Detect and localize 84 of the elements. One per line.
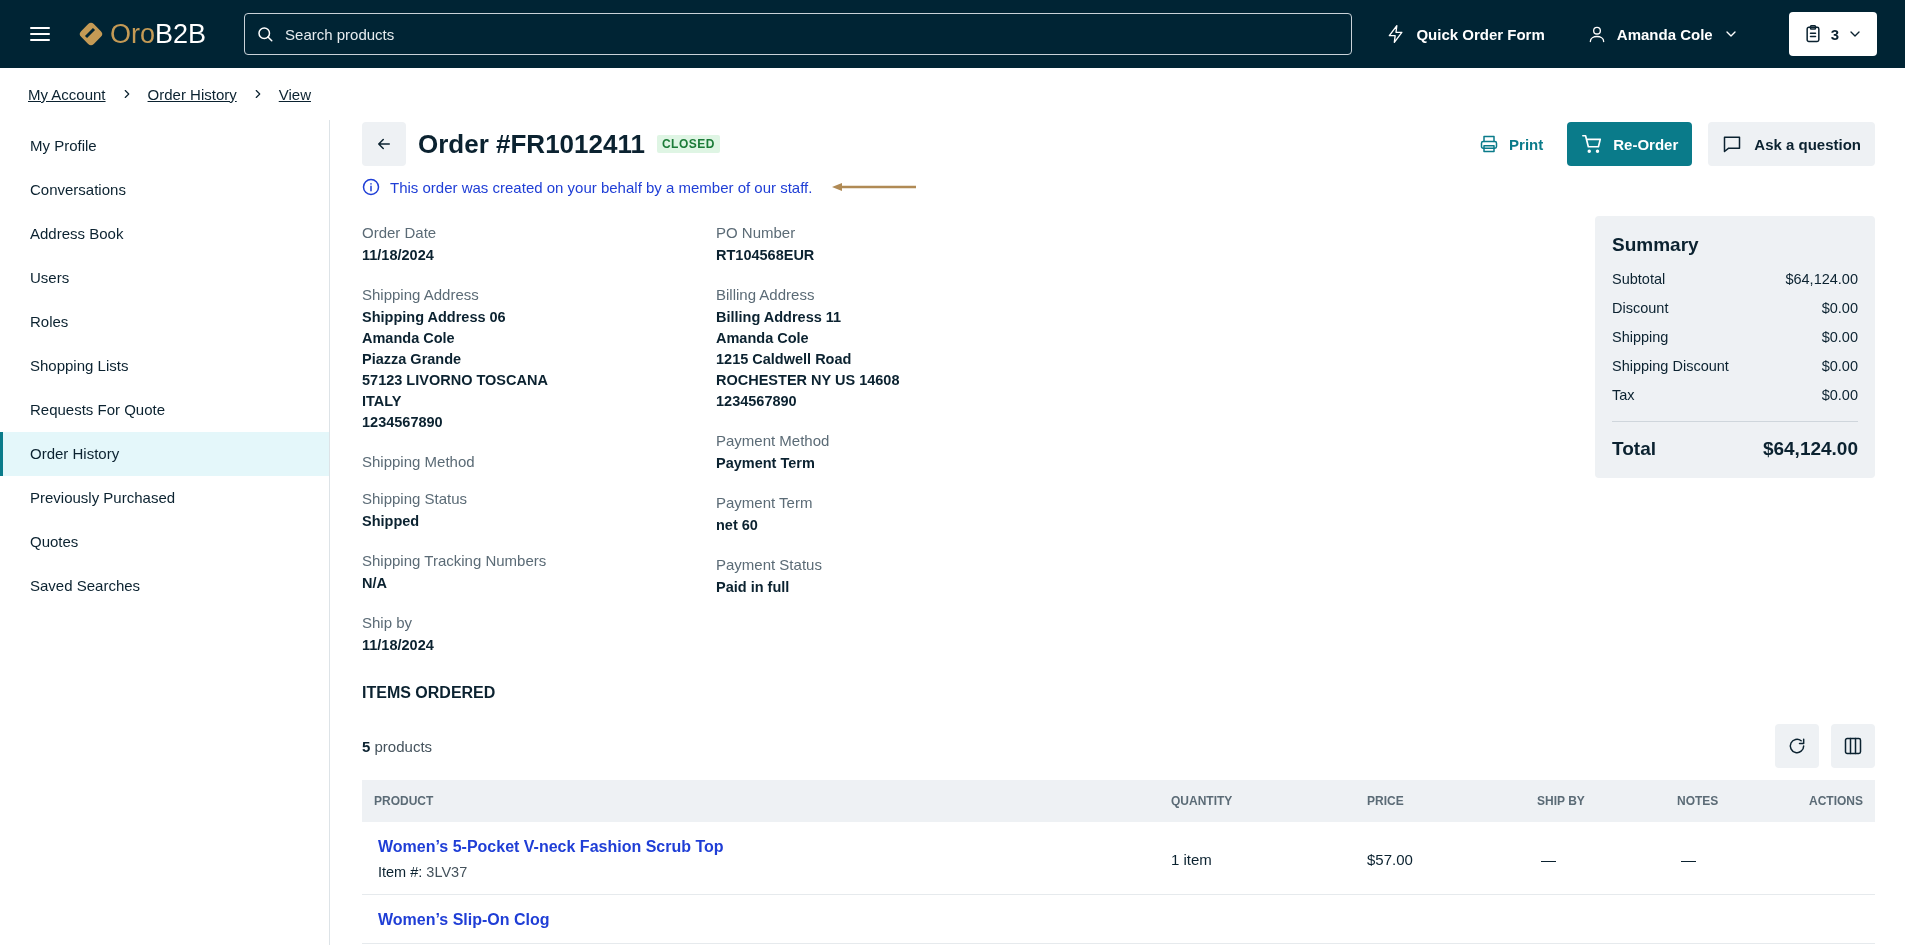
table-cell-text: 1 item [1170,850,1213,868]
product-count: 5 products [362,737,433,755]
field-label: Shipping Status [362,490,469,507]
info-icon [362,178,380,196]
field-value: 11/18/2024 [362,636,435,655]
sidebar-item[interactable]: Saved Searches [0,564,329,608]
cart-button[interactable]: 3 [1788,12,1877,56]
sidebar-item[interactable]: Requests For Quote [0,388,329,432]
field-value: Shipped [362,512,421,531]
column-header: NOTES [1676,794,1720,808]
breadcrumb-link[interactable]: View [278,85,311,103]
back-button[interactable] [362,122,406,166]
sidebar-item[interactable]: Shopping Lists [0,344,329,388]
field-label: Payment Method [716,432,831,449]
breadcrumb-link[interactable]: Order History [147,85,237,103]
summary-label: Discount [1612,299,1669,316]
total-label: Total [1612,438,1656,460]
product-link[interactable]: Women’s Slip-On Clog [362,911,1159,929]
column-header: ACTIONS [1808,794,1864,808]
status-badge: CLOSED [656,135,720,153]
field-label: Shipping Tracking Numbers [362,552,548,569]
field-value: RT104568EUR [716,246,816,265]
chat-bubble-icon [1722,134,1743,154]
reorder-button[interactable]: Re-Order [1567,122,1693,166]
summary-value: $0.00 [1821,386,1858,403]
field-value: Shipping Address 06 Amanda Cole Piazza Grande 57123 LIVORNO TOSCANA ITALY 1234567890 [362,308,549,432]
table-cell-text: — [1680,850,1697,868]
column-header: SHIP BY [1536,794,1586,808]
user-menu[interactable]: Amanda Cole [1578,24,1747,44]
field-value: Paid in full [716,578,791,597]
search-field[interactable]: Search products [244,13,1353,55]
search-icon [256,25,275,43]
quick-order-link[interactable]: Quick Order Form [1378,24,1553,44]
summary-label: Shipping [1612,328,1669,345]
sidebar-item[interactable]: Users [0,256,329,300]
sidebar-item[interactable]: Previously Purchased [0,476,329,520]
column-header: PRICE [1366,794,1405,808]
field-label: Payment Term [716,494,814,511]
summary-label: Shipping Discount [1612,357,1729,374]
summary-title: Summary [1612,234,1700,256]
refresh-icon [1787,736,1807,756]
field-value: net 60 [716,516,759,535]
total-value: $64,124.00 [1762,438,1858,460]
columns-button[interactable] [1831,724,1875,768]
items-heading: ITEMS ORDERED [362,684,497,702]
summary-label: Tax [1612,386,1635,403]
column-header: PRODUCT [373,794,435,808]
sidebar-item[interactable]: Roles [0,300,329,344]
summary-label: Subtotal [1612,270,1666,287]
summary-value: $64,124.00 [1785,270,1858,287]
column-header: QUANTITY [1170,794,1234,808]
field-label: Ship by [362,614,414,631]
table-cell-text: — [1540,850,1557,868]
sidebar-item[interactable]: Conversations [0,168,329,212]
ask-question-button[interactable]: Ask a question [1708,122,1875,166]
field-label: Order Date [362,224,438,241]
refresh-button[interactable] [1775,724,1819,768]
printer-icon [1479,134,1500,154]
staff-notice: This order was created on your behalf by a member of our staff. [390,178,813,196]
summary-value: $0.00 [1821,357,1858,374]
field-value: Billing Address 11 Amanda Cole 1215 Caldwell Road ROCHESTER NY US 14608 1234567890 [716,308,901,411]
field-label: PO Number [716,224,797,241]
field-label: Shipping Method [362,453,476,470]
field-label: Shipping Address [362,286,480,303]
item-number: Item #: 3LV37 [377,864,469,880]
product-link[interactable]: Women’s 5-Pocket V-neck Fashion Scrub Top [362,838,1159,856]
field-value: N/A [362,574,388,593]
cart-icon [1581,133,1604,155]
table-cell-text: $57.00 [1366,850,1414,868]
field-label: Payment Status [716,556,823,573]
field-value: 11/18/2024 [362,246,435,265]
field-label: Billing Address [716,286,816,303]
field-value: Payment Term [716,454,816,473]
breadcrumb-link[interactable]: My Account [28,85,106,103]
sidebar-item[interactable]: My Profile [0,124,329,168]
sidebar-item[interactable]: Address Book [0,212,329,256]
columns-icon [1843,736,1863,756]
sidebar-item[interactable]: Order History [0,432,329,476]
sidebar-item[interactable]: Quotes [0,520,329,564]
summary-value: $0.00 [1821,328,1858,345]
summary-value: $0.00 [1821,299,1858,316]
order-title: Order #FR1012411 [418,128,645,160]
print-button[interactable]: Print [1473,133,1550,155]
logo-text[interactable]: OroB2B [110,18,207,50]
